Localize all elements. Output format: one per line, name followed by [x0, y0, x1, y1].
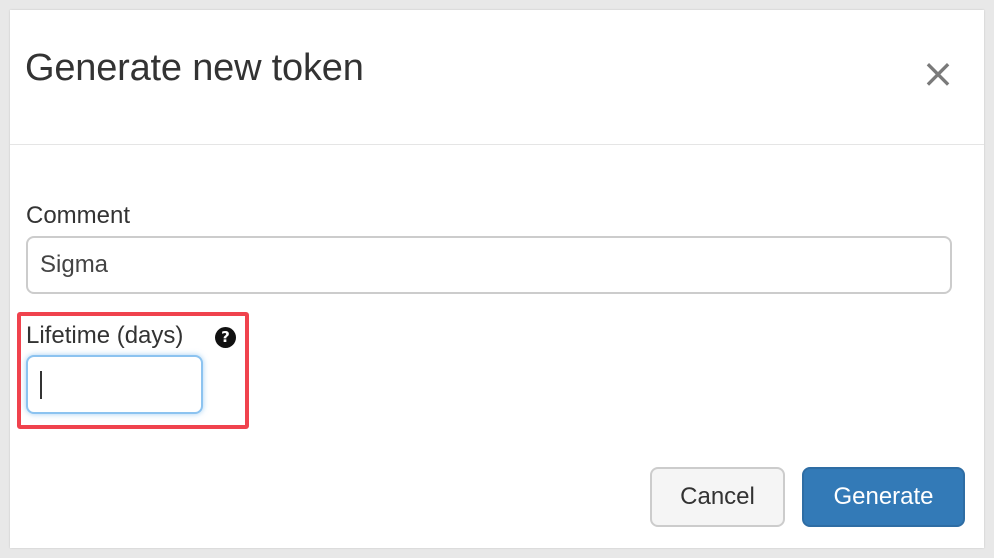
dialog-title: Generate new token	[25, 47, 364, 89]
cancel-button[interactable]: Cancel	[650, 467, 785, 527]
comment-input[interactable]	[26, 236, 952, 294]
generate-button[interactable]: Generate	[802, 467, 965, 527]
lifetime-input[interactable]	[26, 355, 203, 414]
dialog-header: Generate new token ×	[10, 10, 984, 145]
generate-token-dialog: Generate new token × Comment Lifetime (d…	[10, 10, 984, 548]
close-icon: ×	[921, 51, 955, 97]
lifetime-label: Lifetime (days)	[26, 322, 184, 349]
close-button[interactable]: ×	[918, 54, 958, 94]
text-cursor	[40, 371, 42, 399]
comment-label: Comment	[26, 202, 131, 229]
question-circle-icon[interactable]: ?	[215, 327, 236, 348]
